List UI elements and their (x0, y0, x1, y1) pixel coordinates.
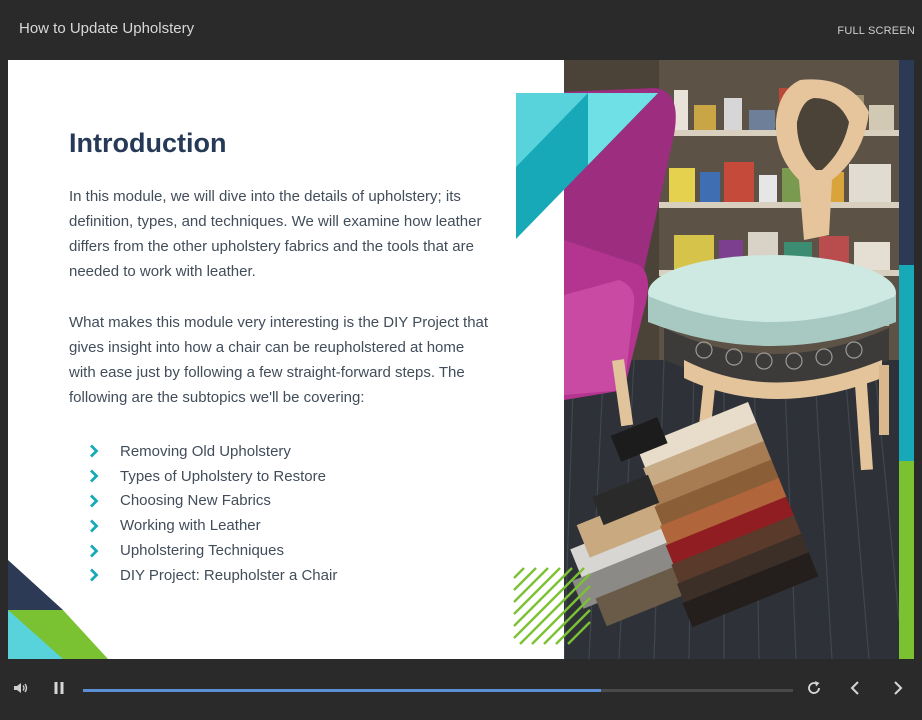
list-item: DIY Project: Reupholster a Chair (89, 563, 337, 588)
volume-button[interactable] (11, 681, 31, 699)
top-bar: How to Update Upholstery FULL SCREEN (0, 0, 922, 60)
list-item: Upholstering Techniques (89, 538, 337, 563)
course-title: How to Update Upholstery (19, 20, 195, 37)
subtopic-label: Types of Upholstery to Restore (120, 467, 326, 485)
subtopic-label: DIY Project: Reupholster a Chair (120, 566, 338, 584)
accent-strip (899, 60, 914, 659)
progress-bar[interactable] (83, 689, 793, 692)
chevron-right-icon (89, 544, 103, 558)
intro-paragraph: In this module, we will dive into the de… (69, 188, 482, 280)
list-item: Working with Leather (89, 513, 337, 538)
chevron-right-icon (893, 680, 903, 701)
replay-icon (806, 680, 822, 701)
subtopic-list: Removing Old Upholstery Types of Upholst… (89, 439, 337, 588)
list-item: Types of Upholstery to Restore (89, 464, 337, 489)
list-item: Removing Old Upholstery (89, 439, 337, 464)
progress-fill (83, 689, 602, 692)
chevron-right-icon (89, 519, 103, 533)
previous-button[interactable] (845, 680, 865, 701)
pause-icon (53, 681, 65, 700)
project-paragraph: What makes this module very interesting … (69, 314, 489, 406)
list-item: Choosing New Fabrics (89, 489, 337, 514)
chevron-left-icon (850, 680, 860, 701)
slide-heading: Introduction (69, 128, 227, 158)
chevron-right-icon (89, 494, 103, 508)
subtopic-label: Upholstering Techniques (120, 542, 284, 560)
pause-button[interactable] (50, 681, 68, 699)
chevron-right-icon (89, 568, 103, 582)
chevron-right-icon (89, 469, 103, 483)
chevron-right-icon (89, 444, 103, 458)
volume-icon (12, 681, 30, 700)
upholstery-photo (564, 60, 899, 659)
subtopic-label: Choosing New Fabrics (120, 492, 271, 510)
player-controls (0, 659, 922, 720)
slide-canvas: Introduction In this module, we will div… (8, 60, 914, 659)
next-button[interactable] (888, 680, 908, 701)
subtopic-label: Working with Leather (120, 517, 261, 535)
fullscreen-button[interactable]: FULL SCREEN (837, 25, 915, 37)
subtopic-label: Removing Old Upholstery (120, 442, 291, 460)
replay-button[interactable] (804, 680, 824, 701)
